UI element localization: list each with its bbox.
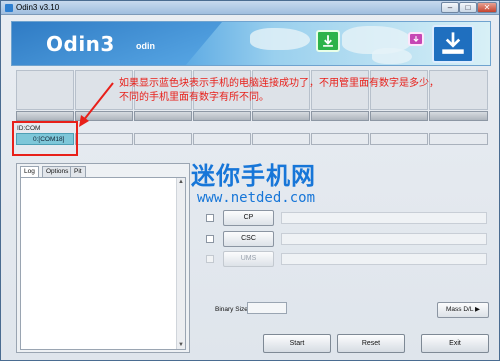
- file-row-csc: CSC: [197, 231, 489, 249]
- banner-title: Odin3: [46, 32, 115, 56]
- world-map-shape: [372, 48, 412, 64]
- progress-bar: [429, 111, 488, 121]
- progress-bar: [370, 111, 428, 121]
- tab-pit[interactable]: Pit: [70, 166, 86, 177]
- file-row-cp: CP: [197, 210, 489, 228]
- vertical-scrollbar[interactable]: ▲ ▼: [176, 178, 185, 349]
- com-port-empty: [252, 133, 310, 145]
- com-port-empty: [193, 133, 251, 145]
- annotation-line: 不同的手机里面有数字有所不同。: [119, 92, 269, 103]
- com-port-empty: [429, 133, 488, 145]
- mass-download-button[interactable]: Mass D/L ▶: [437, 302, 489, 318]
- minimize-button[interactable]: –: [441, 2, 459, 13]
- progress-bar-row: [16, 111, 488, 121]
- scroll-down-icon[interactable]: ▼: [178, 342, 184, 348]
- binary-size-label: Binary Size: [215, 306, 248, 313]
- file-row-ums: UMS: [197, 251, 489, 269]
- close-button[interactable]: ✕: [477, 2, 497, 13]
- scroll-up-icon[interactable]: ▲: [178, 179, 184, 185]
- annotation-text: 如果显示蓝色块表示手机的电脑连接成功了，不用管里面有数字是多少， 不同的手机里面…: [119, 77, 499, 105]
- odin-window: Odin3 v3.10 – □ ✕ Odin3 odin 如果显示蓝色块表示手机…: [0, 0, 500, 361]
- com-port-empty: [311, 133, 369, 145]
- ums-path-field[interactable]: [281, 253, 487, 265]
- progress-bar: [252, 111, 310, 121]
- banner-subtitle: odin: [136, 41, 155, 51]
- csc-button[interactable]: CSC: [223, 231, 274, 247]
- ums-button[interactable]: UMS: [223, 251, 274, 267]
- highlight-box: [12, 121, 78, 156]
- file-panel: CP CSC UMS: [197, 169, 489, 324]
- reset-button[interactable]: Reset: [337, 334, 405, 353]
- progress-bar: [75, 111, 133, 121]
- ums-checkbox[interactable]: [206, 255, 214, 263]
- device-download-icon: [432, 25, 474, 63]
- exit-button[interactable]: Exit: [421, 334, 489, 353]
- com-port-empty: [134, 133, 192, 145]
- progress-bar: [311, 111, 369, 121]
- device-slot: [16, 70, 74, 110]
- annotation-line: 如果显示蓝色块表示手机的电脑连接成功了，不用管里面有数字是多少，: [119, 78, 439, 89]
- title-bar: Odin3 v3.10 – □ ✕: [1, 1, 499, 15]
- progress-bar: [193, 111, 251, 121]
- com-port-empty: [75, 133, 133, 145]
- binary-size-field: [247, 302, 287, 314]
- cp-checkbox[interactable]: [206, 214, 214, 222]
- progress-bar: [16, 111, 74, 121]
- odin-banner: Odin3 odin: [11, 21, 491, 66]
- download-arrow-icon: [316, 30, 340, 52]
- cp-path-field[interactable]: [281, 212, 487, 224]
- world-map-shape: [250, 28, 310, 50]
- small-download-icon: [408, 32, 424, 46]
- cp-button[interactable]: CP: [223, 210, 274, 226]
- csc-checkbox[interactable]: [206, 235, 214, 243]
- log-panel: Log Options Pit ▲ ▼: [16, 163, 190, 353]
- maximize-button[interactable]: □: [459, 2, 477, 13]
- start-button[interactable]: Start: [263, 334, 331, 353]
- progress-bar: [134, 111, 192, 121]
- log-textarea[interactable]: ▲ ▼: [20, 177, 186, 350]
- com-port-empty: [370, 133, 428, 145]
- com-port-strip: 0:[COM18]: [16, 133, 488, 145]
- csc-path-field[interactable]: [281, 233, 487, 245]
- tab-options[interactable]: Options: [42, 166, 73, 177]
- window-title: Odin3 v3.10: [16, 3, 60, 12]
- banner-stripe: [12, 22, 222, 65]
- app-icon: [5, 4, 13, 12]
